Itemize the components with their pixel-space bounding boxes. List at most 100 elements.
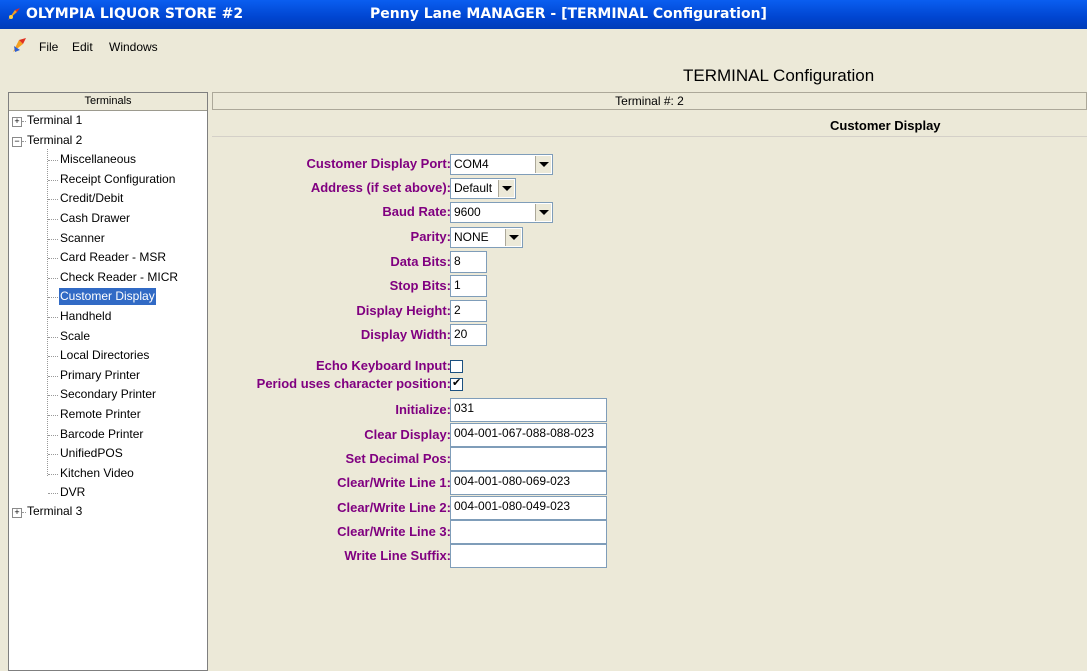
expand-terminal3-icon[interactable]: +	[12, 508, 22, 518]
app-menu-icon[interactable]	[11, 36, 29, 54]
baud-rate-select[interactable]: 9600	[450, 202, 553, 223]
tree-item-cash-drawer[interactable]: Cash Drawer	[60, 210, 130, 227]
display-width-input[interactable]: 20	[450, 324, 487, 346]
clear-write-line1-label: Clear/Write Line 1:	[337, 475, 451, 490]
row-set-decimal-pos: Set Decimal Pos:	[212, 451, 452, 471]
tree-connector	[48, 435, 58, 436]
address-select[interactable]: Default	[450, 178, 516, 199]
tree-item-remote-printer[interactable]: Remote Printer	[60, 406, 141, 423]
tree-item-barcode-printer[interactable]: Barcode Printer	[60, 426, 143, 443]
tree-item-terminal1[interactable]: Terminal 1	[27, 112, 82, 129]
row-initialize: Initialize:	[212, 402, 451, 422]
tree-connector	[22, 512, 26, 513]
title-bar: OLYMPIA LIQUOR STORE #2 Penny Lane MANAG…	[0, 0, 1087, 29]
tree-item-scanner[interactable]: Scanner	[60, 230, 105, 247]
tree-item-card-reader-msr[interactable]: Card Reader - MSR	[60, 249, 166, 266]
data-bits-label: Data Bits:	[390, 254, 451, 269]
terminal-number-label: Terminal #: 2	[212, 92, 1087, 110]
tree-item-customer-display[interactable]: Customer Display	[59, 288, 156, 305]
data-bits-input[interactable]: 8	[450, 251, 487, 273]
row-write-line-suffix: Write Line Suffix:	[212, 548, 451, 568]
window-title: Penny Lane MANAGER - [TERMINAL Configura…	[370, 6, 767, 22]
chevron-down-icon[interactable]	[535, 204, 551, 221]
tree-item-handheld[interactable]: Handheld	[60, 308, 111, 325]
tree-item-primary-printer[interactable]: Primary Printer	[60, 367, 140, 384]
row-address: Address (if set above):	[212, 180, 451, 200]
customer-display-port-value: COM4	[454, 157, 489, 171]
tree-connector	[48, 297, 58, 298]
menu-edit[interactable]: Edit	[72, 40, 93, 54]
tree-item-secondary-printer[interactable]: Secondary Printer	[60, 386, 156, 403]
display-height-label: Display Height:	[356, 303, 451, 318]
stop-bits-input[interactable]: 1	[450, 275, 487, 297]
tree-connector	[48, 258, 58, 259]
page-header: TERMINAL Configuration	[0, 63, 1087, 89]
row-clear-display: Clear Display:	[212, 427, 451, 447]
write-line-suffix-input[interactable]	[450, 544, 607, 568]
row-clear-write-line1: Clear/Write Line 1:	[212, 475, 451, 495]
set-decimal-pos-input[interactable]	[450, 447, 607, 471]
config-panel: Terminal #: 2 Customer Display Customer …	[212, 92, 1087, 671]
terminals-tree-panel: Terminals + Terminal 1 − Terminal 2 Misc…	[8, 92, 208, 671]
tree-connector	[48, 493, 58, 494]
clear-write-line3-input[interactable]	[450, 520, 607, 544]
row-echo-keyboard-input: Echo Keyboard Input:	[212, 358, 451, 378]
tree-item-terminal3[interactable]: Terminal 3	[27, 503, 82, 520]
collapse-terminal2-icon[interactable]: −	[12, 137, 22, 147]
period-uses-char-pos-label: Period uses character position:	[256, 376, 451, 391]
clear-write-line2-label: Clear/Write Line 2:	[337, 500, 451, 515]
expand-terminal1-icon[interactable]: +	[12, 117, 22, 127]
tree-connector	[48, 415, 58, 416]
page-title: TERMINAL Configuration	[683, 66, 875, 85]
customer-display-port-select[interactable]: COM4	[450, 154, 553, 175]
tree-item-scale[interactable]: Scale	[60, 328, 90, 345]
echo-keyboard-input-checkbox[interactable]	[450, 360, 463, 373]
chevron-down-icon[interactable]	[535, 156, 551, 173]
tree-item-miscellaneous[interactable]: Miscellaneous	[60, 151, 136, 168]
clear-display-input[interactable]: 004-001-067-088-088-023	[450, 423, 607, 447]
tree-connector	[48, 199, 58, 200]
tree-connector	[48, 160, 58, 161]
section-title: Customer Display	[830, 118, 941, 133]
parity-select[interactable]: NONE	[450, 227, 523, 248]
chevron-down-icon[interactable]	[498, 180, 514, 197]
clear-write-line2-input[interactable]: 004-001-080-049-023	[450, 496, 607, 520]
tree-item-check-reader-micr[interactable]: Check Reader - MICR	[60, 269, 178, 286]
initialize-input[interactable]: 031	[450, 398, 607, 422]
tree-connector	[48, 474, 58, 475]
tree-item-dvr[interactable]: DVR	[60, 484, 85, 501]
customer-display-port-label: Customer Display Port:	[306, 156, 451, 171]
echo-keyboard-input-label: Echo Keyboard Input:	[315, 358, 451, 373]
tree-connector	[22, 141, 26, 142]
baud-rate-label: Baud Rate:	[382, 204, 451, 219]
row-clear-write-line2: Clear/Write Line 2:	[212, 500, 451, 520]
chevron-down-icon[interactable]	[505, 229, 521, 246]
tree-item-receipt-configuration[interactable]: Receipt Configuration	[60, 171, 175, 188]
tree-connector	[48, 278, 58, 279]
row-baud-rate: Baud Rate:	[212, 204, 451, 224]
address-label: Address (if set above):	[310, 180, 451, 195]
menu-bar: File Edit Windows	[0, 37, 1087, 57]
tree-item-local-directories[interactable]: Local Directories	[60, 347, 149, 364]
tree-item-terminal2[interactable]: Terminal 2	[27, 132, 82, 149]
address-value: Default	[454, 181, 493, 195]
clear-display-label: Clear Display:	[364, 427, 451, 442]
write-line-suffix-label: Write Line Suffix:	[344, 548, 451, 563]
terminals-header: Terminals	[9, 93, 207, 111]
clear-write-line1-input[interactable]: 004-001-080-069-023	[450, 471, 607, 495]
menu-file[interactable]: File	[39, 40, 58, 54]
tree-item-credit-debit[interactable]: Credit/Debit	[60, 190, 123, 207]
row-data-bits: Data Bits:	[212, 254, 451, 274]
tree-item-unifiedpos[interactable]: UnifiedPOS	[60, 445, 123, 462]
period-uses-char-pos-checkbox[interactable]	[450, 376, 463, 391]
tree-connector	[48, 180, 58, 181]
display-height-input[interactable]: 2	[450, 300, 487, 322]
parity-label: Parity:	[410, 229, 451, 244]
display-width-label: Display Width:	[360, 327, 451, 342]
menu-windows[interactable]: Windows	[109, 40, 158, 54]
tree-item-kitchen-video[interactable]: Kitchen Video	[60, 465, 134, 482]
tree-connector	[48, 376, 58, 377]
tree-connector	[48, 454, 58, 455]
store-name: OLYMPIA LIQUOR STORE #2	[26, 6, 244, 22]
tree-connector	[48, 219, 58, 220]
